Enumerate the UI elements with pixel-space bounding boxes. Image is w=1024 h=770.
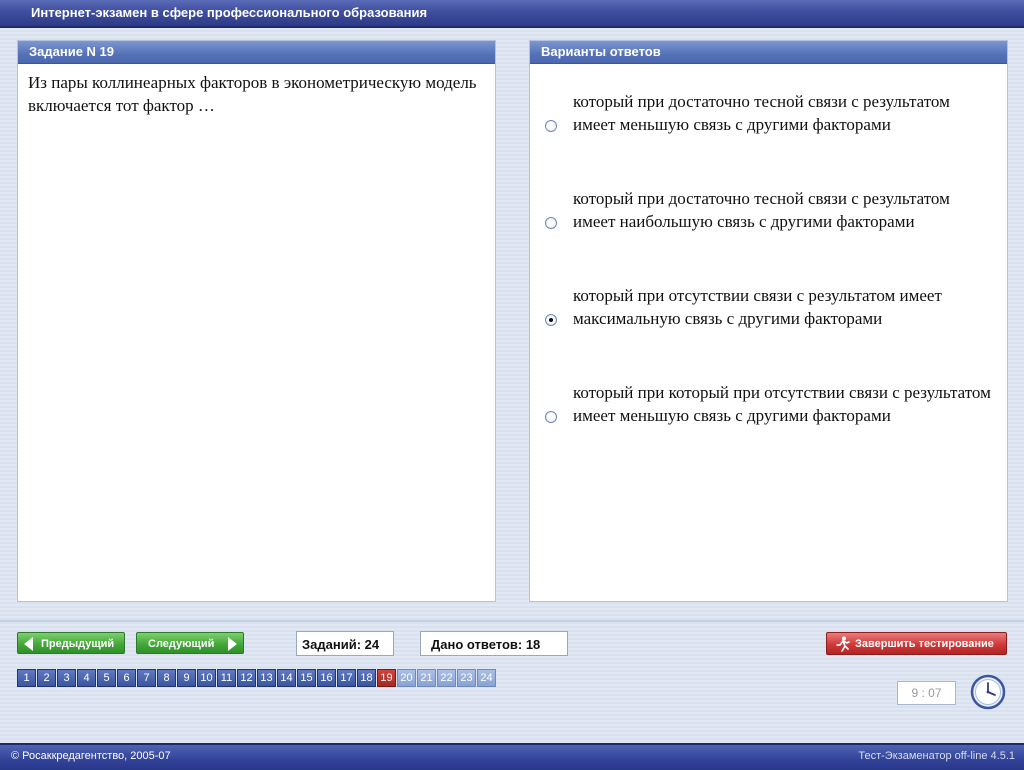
page-button-4[interactable]: 4: [77, 669, 96, 687]
page-button-21[interactable]: 21: [417, 669, 436, 687]
prev-button[interactable]: Предыдущий: [17, 632, 125, 654]
window-title: Интернет-экзамен в сфере профессионально…: [31, 5, 428, 20]
page-button-20[interactable]: 20: [397, 669, 416, 687]
answer-text-4: который при который при отсутствии связи…: [573, 383, 991, 425]
page-button-24[interactable]: 24: [477, 669, 496, 687]
answer-text-3: который при отсутствии связи с результат…: [573, 286, 942, 328]
prev-button-label: Предыдущий: [41, 638, 115, 650]
answer-text-1: который при достаточно тесной связи с ре…: [573, 92, 950, 134]
finish-test-label: Завершить тестирование: [855, 638, 994, 650]
page-button-10[interactable]: 10: [197, 669, 216, 687]
running-man-icon: [836, 636, 850, 652]
answer-option-1[interactable]: который при достаточно тесной связи с ре…: [530, 91, 1007, 159]
copyright-text: © Росаккредагентство, 2005-07: [11, 750, 171, 762]
footer-bar: © Росаккредагентство, 2005-07 Тест-Экзам…: [0, 743, 1024, 770]
page-button-17[interactable]: 17: [337, 669, 356, 687]
page-button-15[interactable]: 15: [297, 669, 316, 687]
answers-header: Варианты ответов: [530, 41, 1007, 64]
next-button-label: Следующий: [148, 638, 215, 650]
answers-panel: Варианты ответов который при достаточно …: [529, 40, 1008, 602]
finish-test-button[interactable]: Завершить тестирование: [826, 632, 1007, 655]
answer-radio-2[interactable]: [545, 217, 557, 229]
answer-radio-3[interactable]: [545, 314, 557, 326]
page-button-19[interactable]: 19: [377, 669, 396, 687]
page-button-11[interactable]: 11: [217, 669, 236, 687]
tasks-count: Заданий: 24: [296, 631, 394, 656]
divider: [0, 620, 1024, 622]
page-button-14[interactable]: 14: [277, 669, 296, 687]
answer-option-2[interactable]: который при достаточно тесной связи с ре…: [530, 188, 1007, 256]
page-button-22[interactable]: 22: [437, 669, 456, 687]
page-button-9[interactable]: 9: [177, 669, 196, 687]
page-button-5[interactable]: 5: [97, 669, 116, 687]
page-button-7[interactable]: 7: [137, 669, 156, 687]
page-button-1[interactable]: 1: [17, 669, 36, 687]
page-button-13[interactable]: 13: [257, 669, 276, 687]
timer-display: 9 : 07: [897, 681, 956, 705]
task-header: Задание N 19: [18, 41, 495, 64]
page-button-2[interactable]: 2: [37, 669, 56, 687]
page-button-12[interactable]: 12: [237, 669, 256, 687]
page-button-8[interactable]: 8: [157, 669, 176, 687]
page-button-16[interactable]: 16: [317, 669, 336, 687]
answer-radio-1[interactable]: [545, 120, 557, 132]
answer-text-2: который при достаточно тесной связи с ре…: [573, 189, 950, 231]
page-button-6[interactable]: 6: [117, 669, 136, 687]
answer-option-3[interactable]: который при отсутствии связи с результат…: [530, 285, 1007, 331]
task-panel: Задание N 19 Из пары коллинеарных фактор…: [17, 40, 496, 602]
answer-option-4[interactable]: который при который при отсутствии связи…: [530, 382, 1007, 450]
answer-radio-4[interactable]: [545, 411, 557, 423]
arrow-left-icon: [24, 637, 33, 651]
page-button-23[interactable]: 23: [457, 669, 476, 687]
app-version: Тест-Экзаменатор off-line 4.5.1: [858, 750, 1015, 762]
window-title-bar: Интернет-экзамен в сфере профессионально…: [0, 0, 1024, 28]
next-button[interactable]: Следующий: [136, 632, 244, 654]
clock-icon: [970, 674, 1006, 710]
question-text: Из пары коллинеарных факторов в экономет…: [28, 73, 477, 115]
page-button-18[interactable]: 18: [357, 669, 376, 687]
answers-given-count: Дано ответов: 18: [420, 631, 568, 656]
arrow-right-icon: [228, 637, 237, 651]
page-button-3[interactable]: 3: [57, 669, 76, 687]
